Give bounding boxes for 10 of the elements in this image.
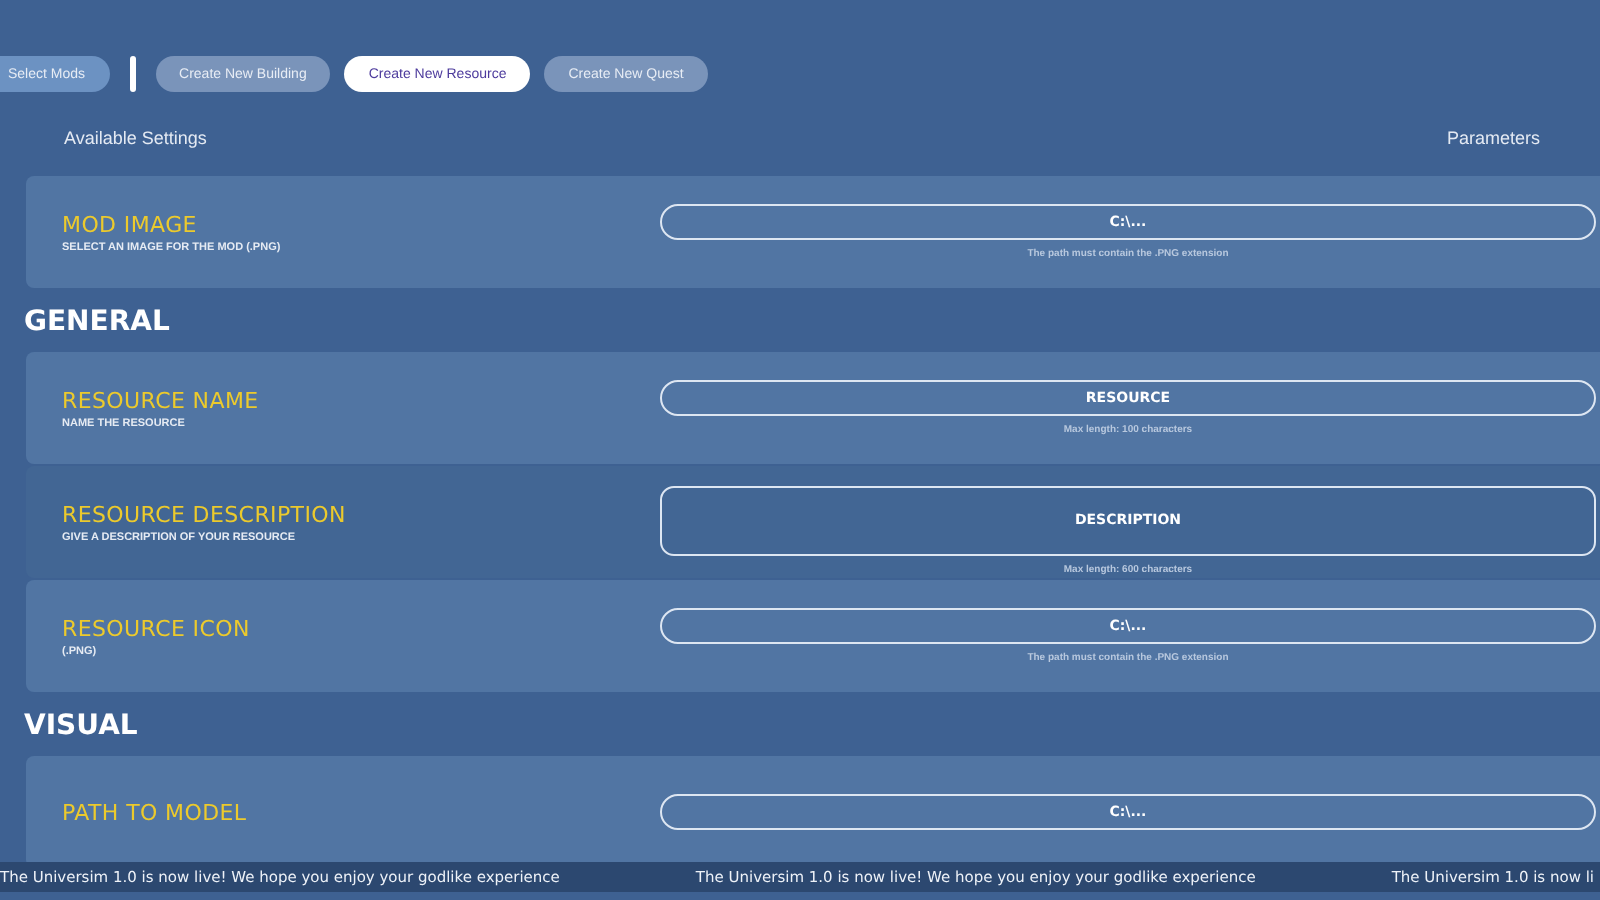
section-heading: GENERAL — [24, 304, 172, 342]
setting-title: PATH TO MODEL — [62, 799, 249, 825]
setting-title: RESOURCE DESCRIPTION — [62, 501, 348, 527]
divider-bar — [129, 56, 136, 92]
section-heading: VISUAL — [24, 708, 140, 746]
column-heading: Parameters — [1446, 128, 1540, 152]
setting-title: RESOURCE ICON — [62, 615, 252, 641]
setting-title: MOD IMAGE — [62, 211, 199, 237]
column-heading: Available Settings — [64, 128, 207, 152]
setting-title: RESOURCE NAME — [62, 387, 261, 413]
